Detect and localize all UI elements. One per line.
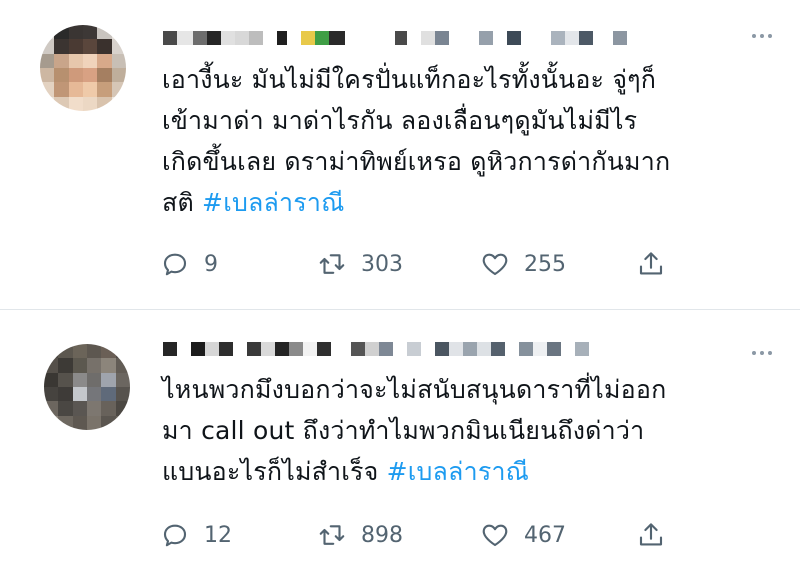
avatar-blurred[interactable] xyxy=(40,25,126,111)
retweet-icon xyxy=(319,254,345,274)
retweet-count: 303 xyxy=(361,251,403,277)
like-count: 255 xyxy=(524,251,566,277)
tweet-divider xyxy=(0,309,800,310)
retweet-icon xyxy=(319,525,345,545)
share-icon xyxy=(639,252,663,275)
share-button[interactable] xyxy=(636,246,666,282)
tweet-actions: 9 303 255 xyxy=(160,246,680,282)
share-button[interactable] xyxy=(636,517,666,553)
censored-username xyxy=(163,30,627,46)
reply-icon xyxy=(163,253,187,276)
hashtag-link[interactable]: #เบลล่าราณี xyxy=(202,188,345,217)
like-button[interactable]: 255 xyxy=(480,246,566,282)
reply-count: 9 xyxy=(204,251,218,277)
retweet-count: 898 xyxy=(361,522,403,548)
reply-button[interactable]: 12 xyxy=(160,517,232,553)
avatar-blurred[interactable] xyxy=(44,344,130,430)
like-count: 467 xyxy=(524,522,566,548)
tweet-text: เอางี้นะ มันไม่มีใครปั่นแท็กอะไรทั้งนั้น… xyxy=(162,59,782,223)
like-button[interactable]: 467 xyxy=(480,517,566,553)
tweet-2[interactable]: ไหนพวกมึงบอกว่าจะไม่สนับสนุนดาราที่ไม่ออ… xyxy=(0,311,800,577)
reply-count: 12 xyxy=(204,522,232,548)
reply-button[interactable]: 9 xyxy=(160,246,218,282)
heart-icon xyxy=(482,253,508,276)
reply-icon xyxy=(163,524,187,547)
tweet-text: ไหนพวกมึงบอกว่าจะไม่สนับสนุนดาราที่ไม่ออ… xyxy=(162,369,782,492)
tweet-1[interactable]: เอางี้นะ มันไม่มีใครปั่นแท็กอะไรทั้งนั้น… xyxy=(0,0,800,310)
more-icon[interactable] xyxy=(748,30,776,42)
more-icon[interactable] xyxy=(748,347,776,359)
retweet-button[interactable]: 303 xyxy=(317,246,403,282)
tweet-actions: 12 898 467 xyxy=(160,517,680,553)
hashtag-link[interactable]: #เบลล่าราณี xyxy=(387,457,530,486)
censored-username xyxy=(163,341,589,357)
share-icon xyxy=(639,523,663,546)
retweet-button[interactable]: 898 xyxy=(317,517,403,553)
heart-icon xyxy=(482,524,508,547)
